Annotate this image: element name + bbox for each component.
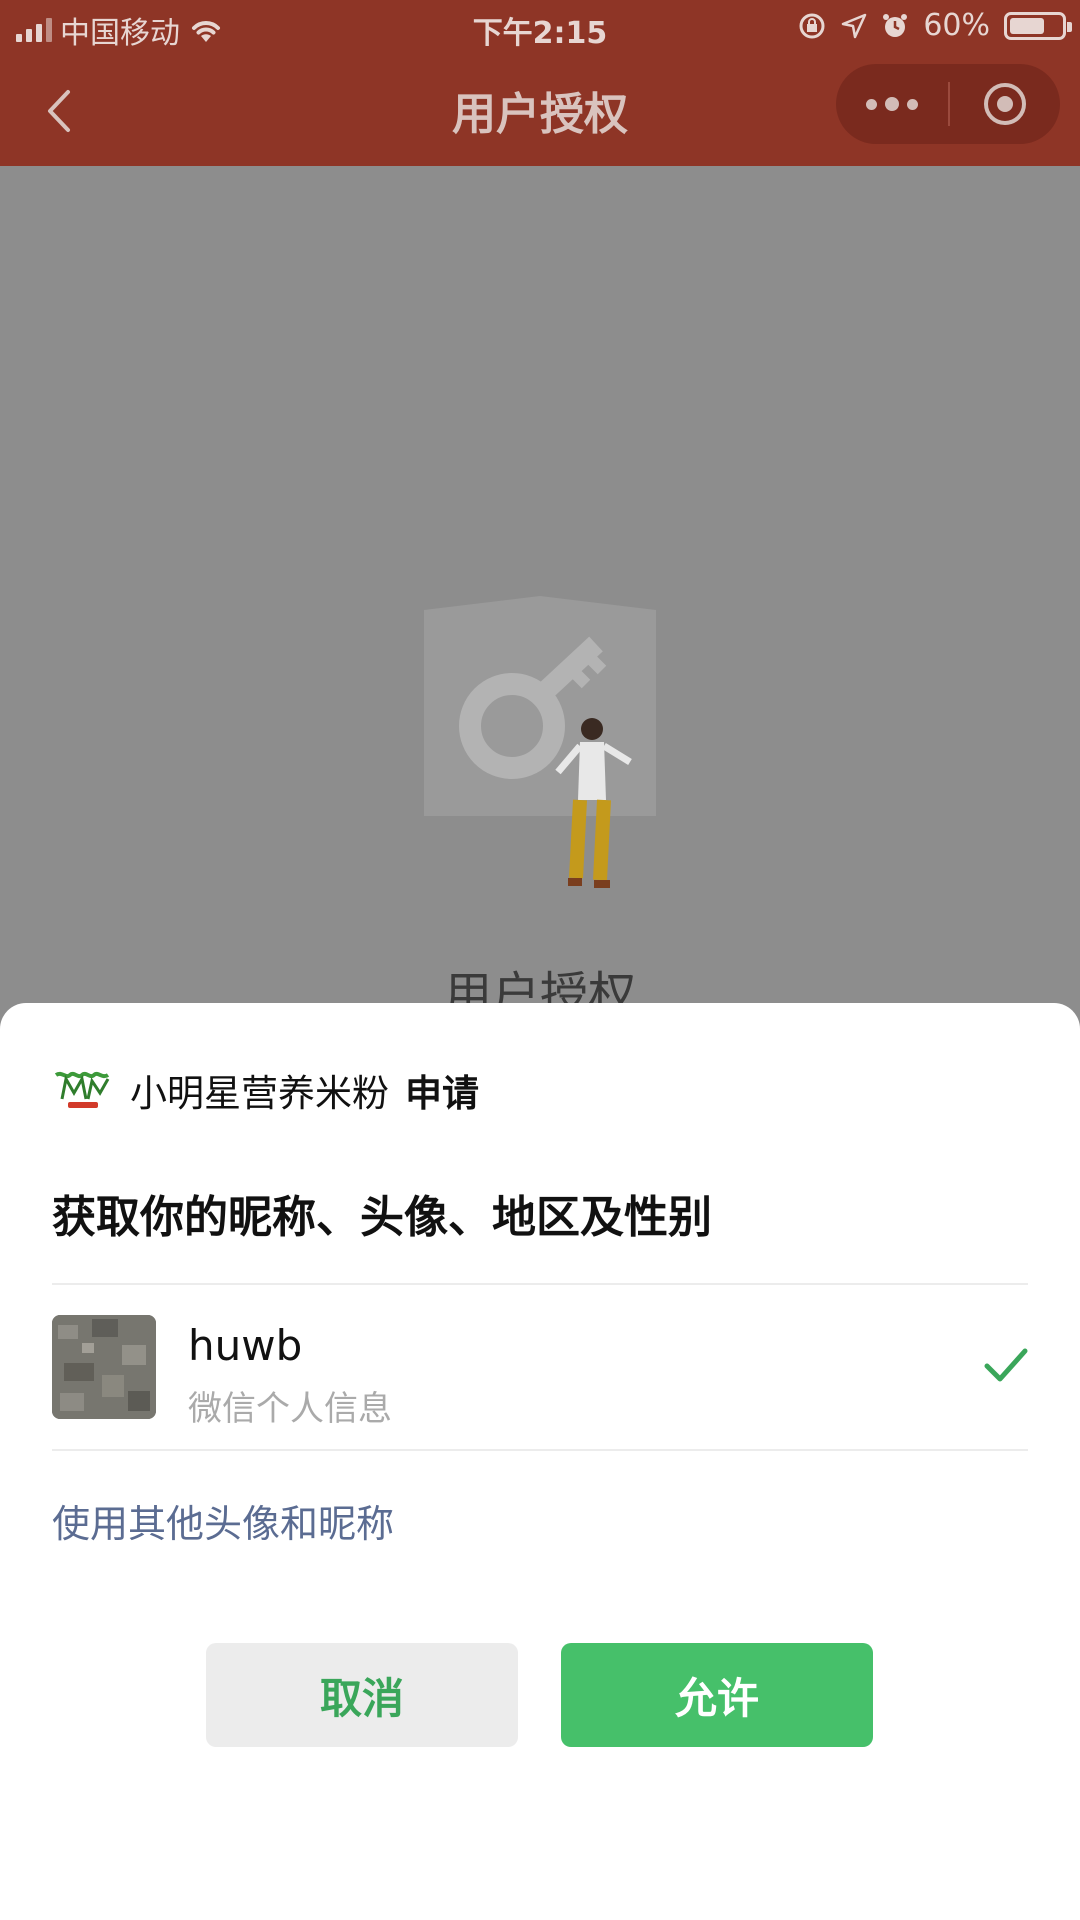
battery-percent: 60% (923, 8, 990, 43)
status-bar: 中国移动 下午2:15 60% (0, 0, 1080, 56)
checkmark-icon (984, 1348, 1028, 1382)
location-icon (842, 13, 867, 38)
app-header: 小明星营养米粉 申请 (52, 1063, 479, 1117)
rotation-lock-icon (799, 13, 825, 38)
close-target-icon[interactable] (950, 80, 1060, 128)
alarm-icon (883, 13, 908, 37)
app-name: 小明星营养米粉 (130, 1072, 389, 1115)
apply-label: 申请 (405, 1072, 479, 1115)
mini-program-capsule (836, 64, 1060, 144)
app-logo-icon (54, 1071, 110, 1108)
divider-top (52, 1283, 1028, 1285)
account-nickname: huwb (188, 1321, 303, 1370)
use-other-avatar-link[interactable]: 使用其他头像和昵称 (52, 1493, 394, 1548)
account-option[interactable]: huwb 微信个人信息 (52, 1315, 1028, 1429)
authorization-sheet: 小明星营养米粉 申请 获取你的昵称、头像、地区及性别 huwb 微信个人信息 使… (0, 1003, 1080, 1920)
top-bar: 中国移动 下午2:15 60% 用户授权 (0, 0, 1080, 166)
more-icon[interactable] (836, 97, 948, 111)
permission-request-text: 获取你的昵称、头像、地区及性别 (52, 1192, 712, 1243)
account-subtitle: 微信个人信息 (188, 1389, 392, 1429)
cancel-button[interactable]: 取消 (206, 1643, 518, 1747)
key-person-illustration (424, 596, 656, 888)
navigation-bar: 用户授权 (0, 56, 1080, 166)
allow-button[interactable]: 允许 (561, 1643, 873, 1747)
avatar (52, 1315, 156, 1419)
divider-bottom (52, 1449, 1028, 1451)
battery-icon (1004, 11, 1072, 40)
